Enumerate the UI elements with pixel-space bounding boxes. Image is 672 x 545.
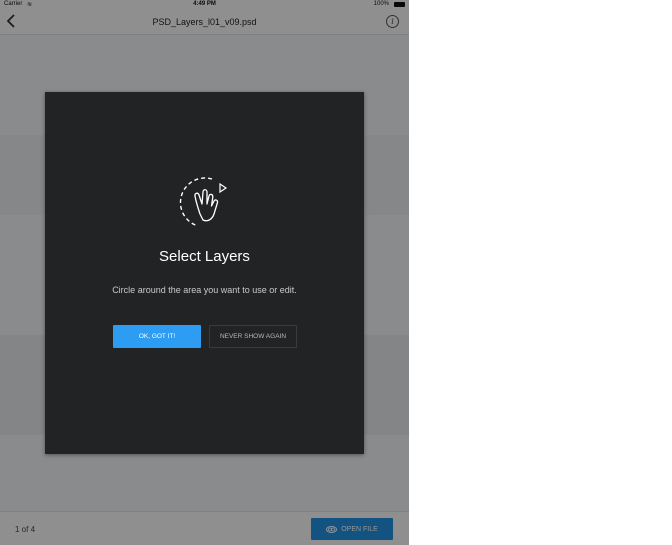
circle-gesture-icon xyxy=(179,177,228,227)
device-screen: Carrier ≋ 4:49 PM 100% PSD_Layers_l01_v0… xyxy=(0,0,409,545)
dialog-message: Circle around the area you want to use o… xyxy=(112,285,297,295)
ok-got-it-button[interactable]: OK, GOT IT! xyxy=(113,325,201,348)
dialog-title: Select Layers xyxy=(159,248,250,265)
select-layers-dialog: Select Layers Circle around the area you… xyxy=(45,92,364,454)
never-show-again-button[interactable]: NEVER SHOW AGAIN xyxy=(209,325,297,348)
